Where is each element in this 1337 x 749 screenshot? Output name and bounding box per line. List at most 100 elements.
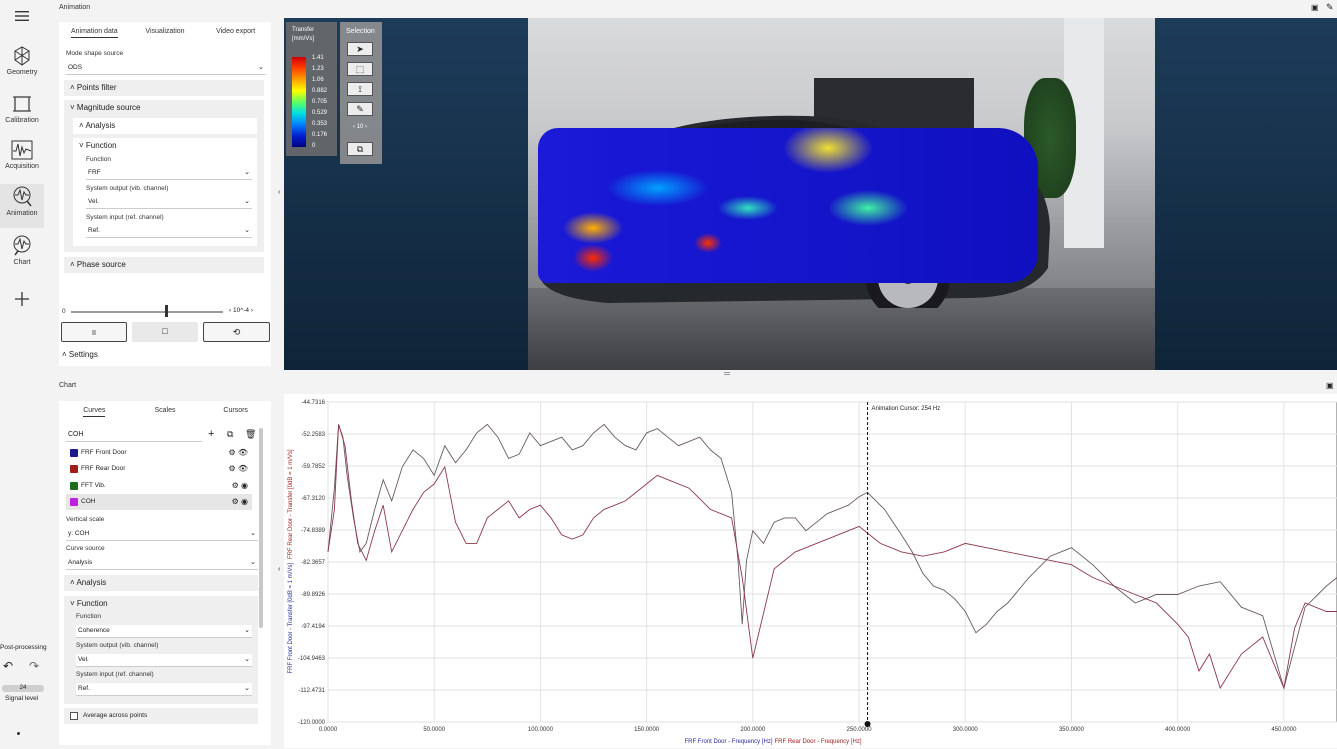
copy-selection-button[interactable]: ⧉ bbox=[347, 142, 373, 156]
chart-collapse-icon[interactable]: ‹ bbox=[278, 566, 280, 573]
slider-value-stepper[interactable]: ‹ 10^-4 › bbox=[229, 307, 253, 314]
sidebar-item-animation[interactable]: Animation bbox=[0, 184, 44, 228]
lasso-select-button[interactable]: ⟟ bbox=[347, 82, 373, 96]
settings-icon[interactable]: ⚙ bbox=[232, 497, 239, 506]
sidebar-item-geometry[interactable]: Geometry bbox=[0, 45, 44, 89]
selection-counter[interactable]: ‹ 10 › bbox=[347, 124, 373, 136]
curve-row-frf-rear-door[interactable]: FRF Rear Door ⚙ 👁 bbox=[66, 461, 252, 477]
tab-scales[interactable]: Scales bbox=[130, 401, 201, 421]
function-header[interactable]: ˅ Function bbox=[79, 141, 117, 150]
edit-icon[interactable]: ✎ bbox=[1326, 2, 1334, 13]
pause-button[interactable]: II bbox=[61, 322, 127, 342]
phase-source-section[interactable]: ˄ Phase source bbox=[64, 257, 264, 273]
amplitude-slider-thumb[interactable] bbox=[165, 305, 169, 317]
legend-tick: 0.705 bbox=[312, 99, 328, 105]
function-label: Function bbox=[86, 156, 111, 163]
chart-system-input-select[interactable]: Ref. ⌄ bbox=[76, 683, 252, 696]
chevron-down-icon: ⌄ bbox=[244, 227, 250, 234]
animation-viewport[interactable]: Transfer [mm/Vs] 1.41 1.23 1.06 0.882 0.… bbox=[284, 18, 1337, 370]
mode-shape-source-select[interactable]: ODS ⌄ bbox=[66, 62, 266, 75]
brush-select-button[interactable]: ✎ bbox=[347, 102, 373, 116]
sidebar-item-chart[interactable]: Chart bbox=[0, 233, 44, 277]
eye-hidden-icon[interactable]: ◉ bbox=[241, 481, 248, 490]
function-select[interactable]: FRF ⌄ bbox=[86, 167, 252, 180]
redo-icon[interactable]: ↷ bbox=[29, 659, 39, 673]
pointer-tool-button[interactable]: ➤ bbox=[347, 42, 373, 56]
chart-function-header[interactable]: Function bbox=[77, 599, 108, 608]
tab-video-export[interactable]: Video export bbox=[200, 22, 271, 42]
collapse-left-icon[interactable]: ‹ bbox=[278, 189, 280, 196]
settings-icon[interactable]: ⚙ bbox=[228, 448, 235, 457]
delete-icon[interactable]: 🗑 bbox=[245, 429, 256, 440]
chart-area[interactable]: -44.7316 -52.2583 -59.7852 -67.3120 -74.8389… bbox=[284, 394, 1337, 748]
sidebar-item-label: Calibration bbox=[5, 117, 39, 124]
acquisition-icon bbox=[11, 140, 33, 160]
amplitude-slider-track[interactable] bbox=[71, 311, 223, 313]
tab-curves[interactable]: Curves bbox=[59, 401, 130, 421]
reset-button[interactable]: ⟲ bbox=[203, 322, 270, 342]
average-checkbox[interactable] bbox=[70, 712, 78, 720]
curve-row-frf-front-door[interactable]: FRF Front Door ⚙ 👁 bbox=[66, 445, 252, 461]
eye-icon[interactable]: 👁 bbox=[238, 464, 248, 473]
x-axis-label-front: FRF Front Door - Frequency [Hz] bbox=[684, 739, 772, 745]
tab-animation-data[interactable]: Animation data bbox=[59, 22, 130, 42]
function-subsection: ˅ Function Function FRF ⌄ System output (… bbox=[73, 138, 257, 246]
stop-button[interactable]: □ bbox=[132, 322, 198, 342]
system-input-label: System input (ref. channel) bbox=[86, 214, 164, 221]
chevron-down-icon: ⌄ bbox=[258, 64, 264, 71]
chart-camera-icon[interactable]: ▣ bbox=[1326, 381, 1334, 390]
curve-search-input[interactable]: COH bbox=[66, 428, 202, 442]
chevron-down-icon: ⌄ bbox=[244, 198, 250, 205]
sidebar-item-label: Acquisition bbox=[5, 163, 39, 170]
system-input-select[interactable]: Ref. ⌄ bbox=[86, 225, 252, 238]
analysis-subsection[interactable]: ˄ Analysis bbox=[73, 118, 257, 134]
y-tick-label: -59.7852 bbox=[301, 464, 325, 470]
eye-icon[interactable]: 👁 bbox=[238, 448, 248, 457]
chart-function-select[interactable]: Coherence ⌄ bbox=[76, 625, 252, 638]
legend-tick: 0 bbox=[312, 143, 316, 149]
curve-row-coh[interactable]: COH ⚙ ◉ bbox=[66, 494, 252, 510]
chevron-down-icon: ˅ bbox=[70, 599, 77, 608]
settings-section[interactable]: ˄ Settings bbox=[62, 350, 98, 359]
chevron-down-icon: ⌄ bbox=[244, 627, 250, 634]
x-tick-label: 150.0000 bbox=[634, 727, 660, 733]
curves-scrollbar[interactable] bbox=[259, 428, 263, 628]
y-tick-label: -74.8389 bbox=[301, 528, 325, 534]
eye-hidden-icon[interactable]: ◉ bbox=[241, 497, 248, 506]
points-filter-section[interactable]: ˄ Points filter bbox=[64, 80, 264, 96]
duplicate-icon[interactable]: ⧉ bbox=[227, 429, 233, 440]
add-curve-icon[interactable]: + bbox=[208, 428, 214, 440]
animation-icon bbox=[13, 186, 32, 207]
tab-visualization[interactable]: Visualization bbox=[130, 22, 201, 42]
curve-row-fft-vib[interactable]: FFT Vib. ⚙ ◉ bbox=[66, 478, 252, 494]
legend-tick: 0.882 bbox=[312, 88, 328, 94]
curve-source-select[interactable]: Analysis ⌄ bbox=[66, 557, 258, 570]
vertical-scale-select[interactable]: y: COH ⌄ bbox=[66, 528, 258, 541]
animation-cursor-handle bbox=[864, 721, 871, 727]
heatmap-overlay bbox=[538, 128, 1038, 283]
sidebar-item-acquisition[interactable]: Acquisition bbox=[0, 139, 44, 183]
menu-icon[interactable] bbox=[15, 11, 29, 21]
y-tick-label: -52.2583 bbox=[301, 432, 325, 438]
camera-icon[interactable]: ▣ bbox=[1311, 3, 1319, 12]
settings-icon[interactable]: ⚙ bbox=[228, 464, 235, 473]
add-icon[interactable] bbox=[14, 291, 30, 307]
chevron-down-icon: ⌄ bbox=[250, 530, 256, 537]
curve-color-swatch bbox=[70, 449, 78, 457]
system-output-select[interactable]: Vel. ⌄ bbox=[86, 196, 252, 209]
rect-select-button[interactable]: ⬚ bbox=[347, 62, 373, 76]
animation-panel-title: Animation bbox=[59, 4, 91, 11]
undo-icon[interactable]: ↶ bbox=[3, 659, 13, 673]
y-tick-label: -97.4194 bbox=[301, 624, 325, 630]
settings-icon[interactable]: ⚙ bbox=[232, 481, 239, 490]
splitter-handle[interactable] bbox=[724, 372, 730, 375]
chart-system-output-select[interactable]: Vel. ⌄ bbox=[76, 654, 252, 667]
x-tick-label: 100.0000 bbox=[528, 727, 554, 733]
magnitude-source-header[interactable]: Magnitude source bbox=[77, 103, 141, 112]
frf-chart[interactable]: -44.7316 -52.2583 -59.7852 -67.3120 -74.8389… bbox=[284, 394, 1337, 748]
tab-cursors[interactable]: Cursors bbox=[200, 401, 271, 421]
chevron-down-icon: ⌄ bbox=[244, 685, 250, 692]
sidebar-item-calibration[interactable]: Calibration bbox=[0, 93, 44, 137]
animation-settings-panel: Animation data Visualization Video expor… bbox=[59, 22, 271, 366]
chart-analysis-section[interactable]: ˄ Analysis bbox=[64, 575, 258, 591]
